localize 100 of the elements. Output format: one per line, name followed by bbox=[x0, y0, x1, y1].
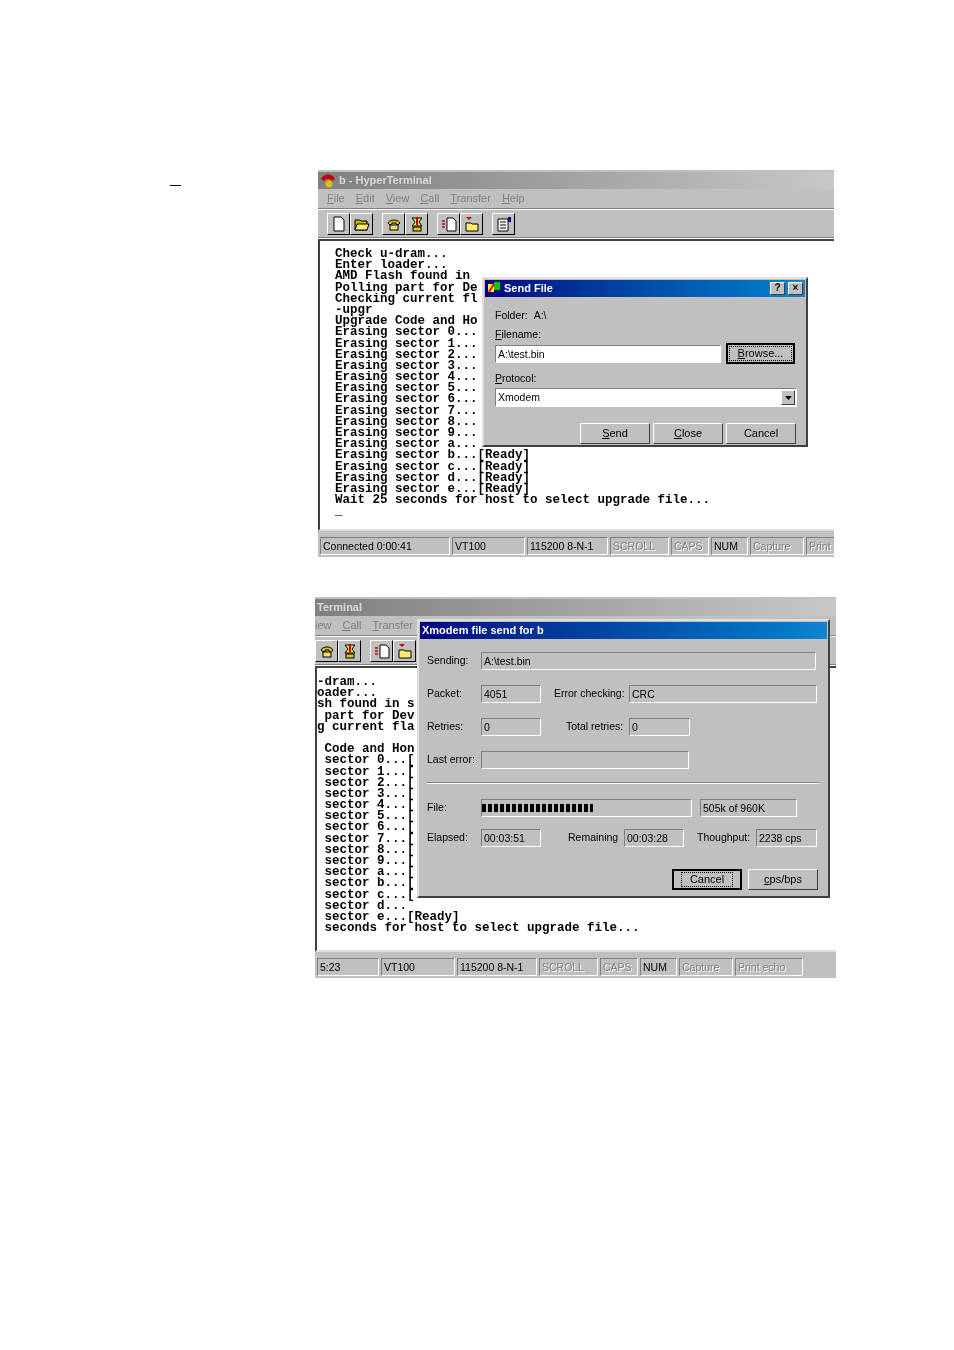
terminal-line: part for Dev bbox=[323, 710, 415, 722]
terminal-line: Erasing sector 6... bbox=[335, 394, 478, 406]
terminal-line: sector 0...[ bbox=[323, 755, 415, 767]
field-label: Remaining bbox=[568, 830, 620, 846]
field-label: Elapsed: bbox=[427, 830, 469, 846]
close-button[interactable]: × bbox=[788, 281, 803, 295]
terminal-line: g current fla bbox=[317, 721, 415, 733]
terminal-line: Checking current fl bbox=[335, 293, 478, 305]
send-file-icon bbox=[373, 642, 390, 659]
terminal-line: sector b...[ bbox=[323, 878, 415, 890]
field-label: Packet: bbox=[427, 686, 464, 702]
dialog-button[interactable]: Cancel bbox=[672, 869, 742, 890]
status-bar-cell: Capture bbox=[679, 958, 733, 976]
send-file-icon bbox=[440, 215, 457, 232]
field-label: Retries: bbox=[427, 719, 465, 735]
phone-icon bbox=[320, 173, 336, 188]
field-label: Error checking: bbox=[554, 686, 626, 702]
properties-icon bbox=[495, 215, 512, 232]
window-title: b - HyperTerminal bbox=[339, 173, 432, 189]
terminal-line: _ bbox=[335, 506, 343, 518]
protocol-label: Protocol: bbox=[495, 371, 537, 387]
terminal-line: sector 6...[ bbox=[323, 822, 415, 834]
terminal-line: sector c...[ bbox=[323, 889, 415, 901]
dash-mark bbox=[170, 185, 181, 186]
field-label: Last error: bbox=[427, 752, 476, 768]
toolbar-button[interactable] bbox=[327, 212, 350, 235]
terminal-line: Erasing sector 0... bbox=[335, 327, 478, 339]
terminal-line: Erasing sector 8... bbox=[335, 416, 478, 428]
dialog-title: Xmodem file send for b bbox=[422, 623, 544, 639]
readout-field[interactable]: 2238 cps bbox=[756, 829, 817, 847]
field-label: File: bbox=[427, 800, 448, 816]
readout-field[interactable]: 0 bbox=[629, 718, 690, 736]
dialog-title: Send File bbox=[504, 281, 554, 296]
receive-file-icon bbox=[463, 215, 480, 232]
toolbar-button[interactable] bbox=[382, 212, 405, 235]
terminal-line: Polling part for De bbox=[335, 282, 478, 294]
dialog-button[interactable]: cps/bps bbox=[748, 869, 818, 890]
toolbar-button[interactable] bbox=[370, 639, 393, 662]
filename-label: Filename: bbox=[495, 326, 542, 342]
readout-field[interactable]: 4051 bbox=[481, 685, 541, 703]
terminal-line: Erasing sector 1... bbox=[335, 338, 478, 350]
field-label: Thoughput: bbox=[697, 830, 752, 846]
status-bar-cell: SCROLL bbox=[539, 958, 598, 976]
status-bar-cell: 115200 8-N-1 bbox=[457, 958, 537, 976]
status-bar-cell: CAPS bbox=[600, 958, 638, 976]
status-bar-cell: Connected 0:00:41 bbox=[320, 537, 450, 555]
status-bar-cell: NUM bbox=[640, 958, 677, 976]
status-bar-cell: CAPS bbox=[671, 537, 709, 555]
terminal-line: sector d... bbox=[323, 900, 407, 912]
toolbar-button[interactable] bbox=[338, 639, 361, 662]
help-button[interactable]: ? bbox=[770, 281, 785, 295]
window-title: Terminal bbox=[317, 600, 363, 616]
readout-field[interactable]: CRC bbox=[629, 685, 817, 703]
caret-down-icon bbox=[784, 395, 792, 400]
dialog-button[interactable]: Browse... bbox=[726, 343, 795, 365]
terminal-line: Erasing sector d...[Ready] bbox=[335, 472, 531, 484]
terminal-line: sh found in s bbox=[317, 699, 415, 711]
dialog-button[interactable]: Send bbox=[580, 423, 650, 444]
toolbar-button[interactable] bbox=[405, 212, 428, 235]
readout-field[interactable]: A:\test.bin bbox=[481, 652, 816, 670]
status-bar-cell: SCROLL bbox=[610, 537, 669, 555]
phone-disconnect-icon bbox=[341, 642, 358, 659]
folder-label: Folder: bbox=[495, 307, 528, 322]
readout-field[interactable]: 00:03:51 bbox=[481, 829, 541, 847]
terminal-line: seconds for host to select upgrade file... bbox=[323, 923, 640, 935]
phone-disconnect-icon bbox=[408, 215, 425, 232]
dialog-button[interactable]: Cancel bbox=[726, 423, 796, 444]
readout-field[interactable] bbox=[481, 751, 689, 769]
terminal-line: Erasing sector c...[Ready] bbox=[335, 461, 531, 473]
status-bar-cell: 5:23 bbox=[317, 958, 379, 976]
terminal-line: AMD Flash found in bbox=[335, 271, 471, 283]
dialog-button[interactable]: Close bbox=[653, 423, 723, 444]
status-bar-cell: 115200 8-N-1 bbox=[527, 537, 608, 555]
toolbar-button[interactable] bbox=[460, 212, 483, 235]
toolbar-button[interactable] bbox=[393, 639, 416, 662]
terminal-line: Erasing sector 7... bbox=[335, 405, 478, 417]
toolbar-button[interactable] bbox=[492, 212, 515, 235]
folder-path: A:\ bbox=[533, 307, 547, 322]
filename-field[interactable]: A:\test.bin bbox=[495, 344, 721, 363]
readout-field[interactable]: 0 bbox=[481, 718, 541, 736]
toolbar-button[interactable] bbox=[437, 212, 460, 235]
field-label: Sending: bbox=[427, 653, 470, 669]
protocol-dropdown[interactable]: Xmodem bbox=[495, 388, 797, 407]
status-bar-cell: Capture bbox=[750, 537, 804, 555]
terminal-line: Erasing sector 2... bbox=[335, 349, 478, 361]
field-label: Total retries: bbox=[566, 719, 625, 735]
toolbar-button[interactable] bbox=[350, 212, 373, 235]
status-bar-cell: VT100 bbox=[381, 958, 455, 976]
readout-field[interactable]: 00:03:28 bbox=[624, 829, 684, 847]
receive-file-icon bbox=[396, 642, 413, 659]
status-bar-cell: VT100 bbox=[452, 537, 525, 555]
status-bar-cell: Print echo bbox=[735, 958, 803, 976]
toolbar-button[interactable] bbox=[315, 639, 338, 662]
new-document-icon bbox=[330, 215, 347, 232]
terminal-line: Wait 25 seconds for host to select upgrade file... bbox=[335, 495, 711, 507]
readout-field[interactable]: 505k of 960K bbox=[700, 799, 797, 817]
status-bar-cell: Print bbox=[806, 537, 834, 555]
terminal-line: Erasing sector b...[Ready] bbox=[335, 450, 531, 462]
status-bar-cell: NUM bbox=[711, 537, 748, 555]
terminal-line: sector 1...[ bbox=[323, 766, 415, 778]
